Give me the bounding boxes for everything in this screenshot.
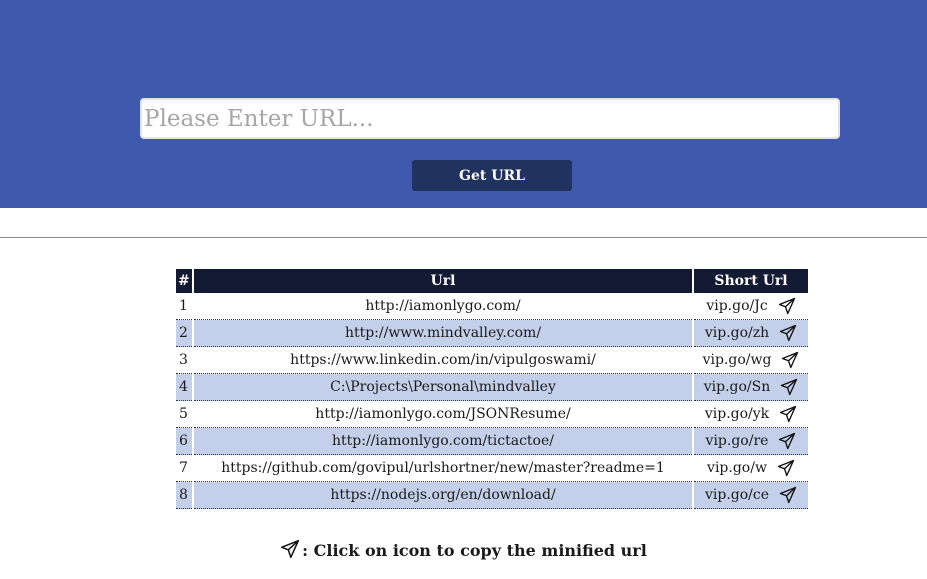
- footnote-text: : Click on icon to copy the minified url: [302, 541, 647, 560]
- table-body: 1 http://iamonlygo.com/vip.go/Jc 2 http://w…: [176, 293, 808, 509]
- table-row: 7 https://github.com/govipul/urlshortner/…: [176, 455, 808, 482]
- divider: [0, 237, 927, 238]
- row-number: 1: [176, 293, 192, 320]
- table-header-row: # Url Short Url: [176, 269, 808, 293]
- row-short-url-cell: vip.go/yk: [694, 401, 808, 428]
- row-short-url[interactable]: vip.go/re: [706, 433, 769, 449]
- row-url: https://github.com/govipul/urlshortner/n…: [194, 455, 692, 482]
- row-url: https://nodejs.org/en/download/: [194, 482, 692, 509]
- row-number: 4: [176, 374, 192, 401]
- table-row: 8 https://nodejs.org/en/download/vip.go/c…: [176, 482, 808, 509]
- row-number: 8: [176, 482, 192, 509]
- copy-paper-plane-icon[interactable]: [778, 432, 796, 450]
- row-short-url-cell: vip.go/zh: [694, 320, 808, 347]
- row-short-url-cell: vip.go/Sn: [694, 374, 808, 401]
- row-short-url[interactable]: vip.go/w: [707, 460, 767, 476]
- row-url: C:\Projects\Personal\mindvalley: [194, 374, 692, 401]
- row-short-url[interactable]: vip.go/Sn: [704, 379, 771, 395]
- row-url: http://iamonlygo.com/JSONResume/: [194, 401, 692, 428]
- row-number: 5: [176, 401, 192, 428]
- table-row: 4 C:\Projects\Personal\mindvalley vip.go/S…: [176, 374, 808, 401]
- row-number: 6: [176, 428, 192, 455]
- paper-plane-icon: [281, 539, 300, 559]
- table-row: 6 http://iamonlygo.com/tictactoe/vip.go/r…: [176, 428, 808, 455]
- row-number: 2: [176, 320, 192, 347]
- get-url-button[interactable]: Get URL: [412, 160, 572, 191]
- copy-paper-plane-icon[interactable]: [777, 459, 795, 477]
- row-url: http://iamonlygo.com/: [194, 293, 692, 320]
- copy-paper-plane-icon[interactable]: [779, 405, 797, 423]
- table-row: 3 https://www.linkedin.com/in/vipulgoswam…: [176, 347, 808, 374]
- row-short-url-cell: vip.go/re: [694, 428, 808, 455]
- copy-paper-plane-icon[interactable]: [779, 486, 797, 504]
- row-short-url-cell: vip.go/ce: [694, 482, 808, 509]
- row-short-url[interactable]: vip.go/ce: [705, 487, 769, 503]
- copy-paper-plane-icon[interactable]: [778, 297, 796, 315]
- row-short-url[interactable]: vip.go/zh: [705, 325, 769, 341]
- row-number: 7: [176, 455, 192, 482]
- row-short-url-cell: vip.go/wg: [694, 347, 808, 374]
- copy-paper-plane-icon[interactable]: [780, 378, 798, 396]
- table-row: 1 http://iamonlygo.com/vip.go/Jc: [176, 293, 808, 320]
- column-header-number: #: [176, 269, 192, 293]
- column-header-url: Url: [194, 269, 692, 293]
- copy-paper-plane-icon[interactable]: [781, 351, 799, 369]
- row-short-url[interactable]: vip.go/Jc: [706, 298, 767, 314]
- row-url: https://www.linkedin.com/in/vipulgoswami…: [194, 347, 692, 374]
- row-number: 3: [176, 347, 192, 374]
- url-input[interactable]: [140, 98, 840, 139]
- row-short-url-cell: vip.go/w: [694, 455, 808, 482]
- row-short-url-cell: vip.go/Jc: [694, 293, 808, 320]
- footnote: : Click on icon to copy the minified url: [0, 539, 927, 560]
- table-row: 5 http://iamonlygo.com/JSONResume/vip.go/…: [176, 401, 808, 428]
- row-short-url[interactable]: vip.go/yk: [705, 406, 769, 422]
- table-row: 2 http://www.mindvalley.com/vip.go/zh: [176, 320, 808, 347]
- row-url: http://www.mindvalley.com/: [194, 320, 692, 347]
- column-header-short-url: Short Url: [694, 269, 808, 293]
- row-short-url[interactable]: vip.go/wg: [703, 352, 772, 368]
- row-url: http://iamonlygo.com/tictactoe/: [194, 428, 692, 455]
- copy-paper-plane-icon[interactable]: [779, 324, 797, 342]
- url-table: # Url Short Url 1 http://iamonlygo.com/vi…: [174, 269, 810, 509]
